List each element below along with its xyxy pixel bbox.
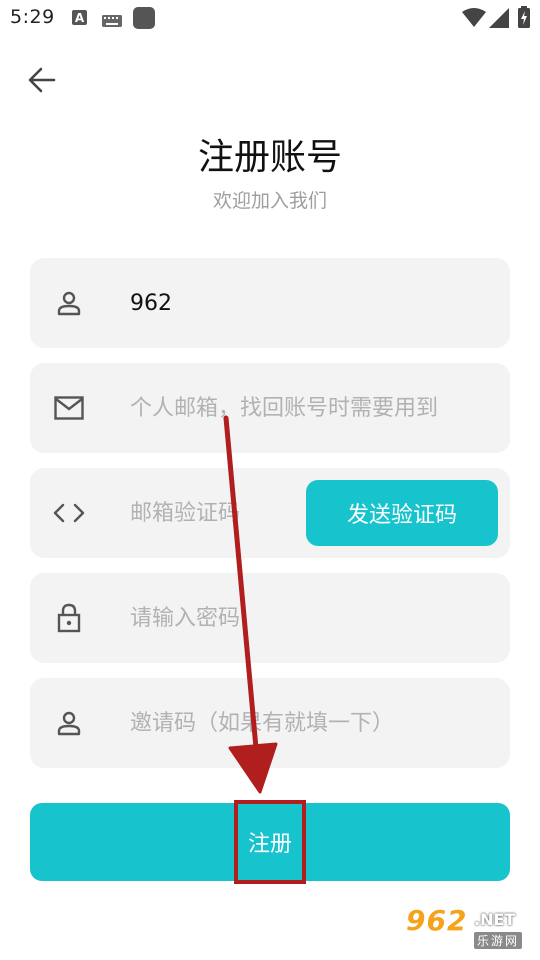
username-input[interactable] <box>130 258 490 348</box>
invite-code-input[interactable] <box>130 678 490 768</box>
invite-code-field[interactable] <box>30 678 510 768</box>
code-icon <box>52 498 86 528</box>
site-watermark: 962 .NET 乐游网 <box>402 904 534 954</box>
battery-icon <box>518 6 530 32</box>
page-subtitle: 欢迎加入我们 <box>212 190 327 212</box>
svg-text:A: A <box>75 11 85 25</box>
person-icon <box>54 708 84 738</box>
register-screen: 5:29 A 注册账号 欢迎加入我们 962 个人邮箱，找回账号时需要用到 邮箱… <box>0 0 540 960</box>
send-code-button[interactable]: 发送验证码 <box>306 480 498 546</box>
signal-icon <box>489 8 509 32</box>
email-input[interactable] <box>130 363 490 453</box>
page-title: 注册账号 <box>197 137 342 178</box>
email-field[interactable] <box>30 363 510 453</box>
person-icon <box>54 288 84 318</box>
back-arrow-icon <box>28 67 56 93</box>
watermark-number: 962 <box>406 904 468 937</box>
status-bar: 5:29 A <box>0 0 540 38</box>
password-input[interactable] <box>130 573 490 663</box>
username-field[interactable] <box>30 258 510 348</box>
password-field[interactable] <box>30 573 510 663</box>
wifi-icon <box>462 8 486 32</box>
watermark-chinese: 乐游网 <box>474 932 523 949</box>
status-time: 5:29 <box>10 6 55 28</box>
watermark-domain: .NET <box>474 910 516 929</box>
register-button[interactable]: 注册 <box>30 803 510 881</box>
verify-code-field[interactable]: 发送验证码 <box>30 468 510 558</box>
keyboard-icon <box>102 12 122 31</box>
back-button[interactable] <box>22 60 62 100</box>
lock-icon <box>54 603 84 633</box>
font-a-icon: A <box>72 9 88 31</box>
mail-icon <box>52 393 86 423</box>
verify-code-input[interactable] <box>130 468 300 558</box>
app-notification-icon <box>133 7 155 33</box>
